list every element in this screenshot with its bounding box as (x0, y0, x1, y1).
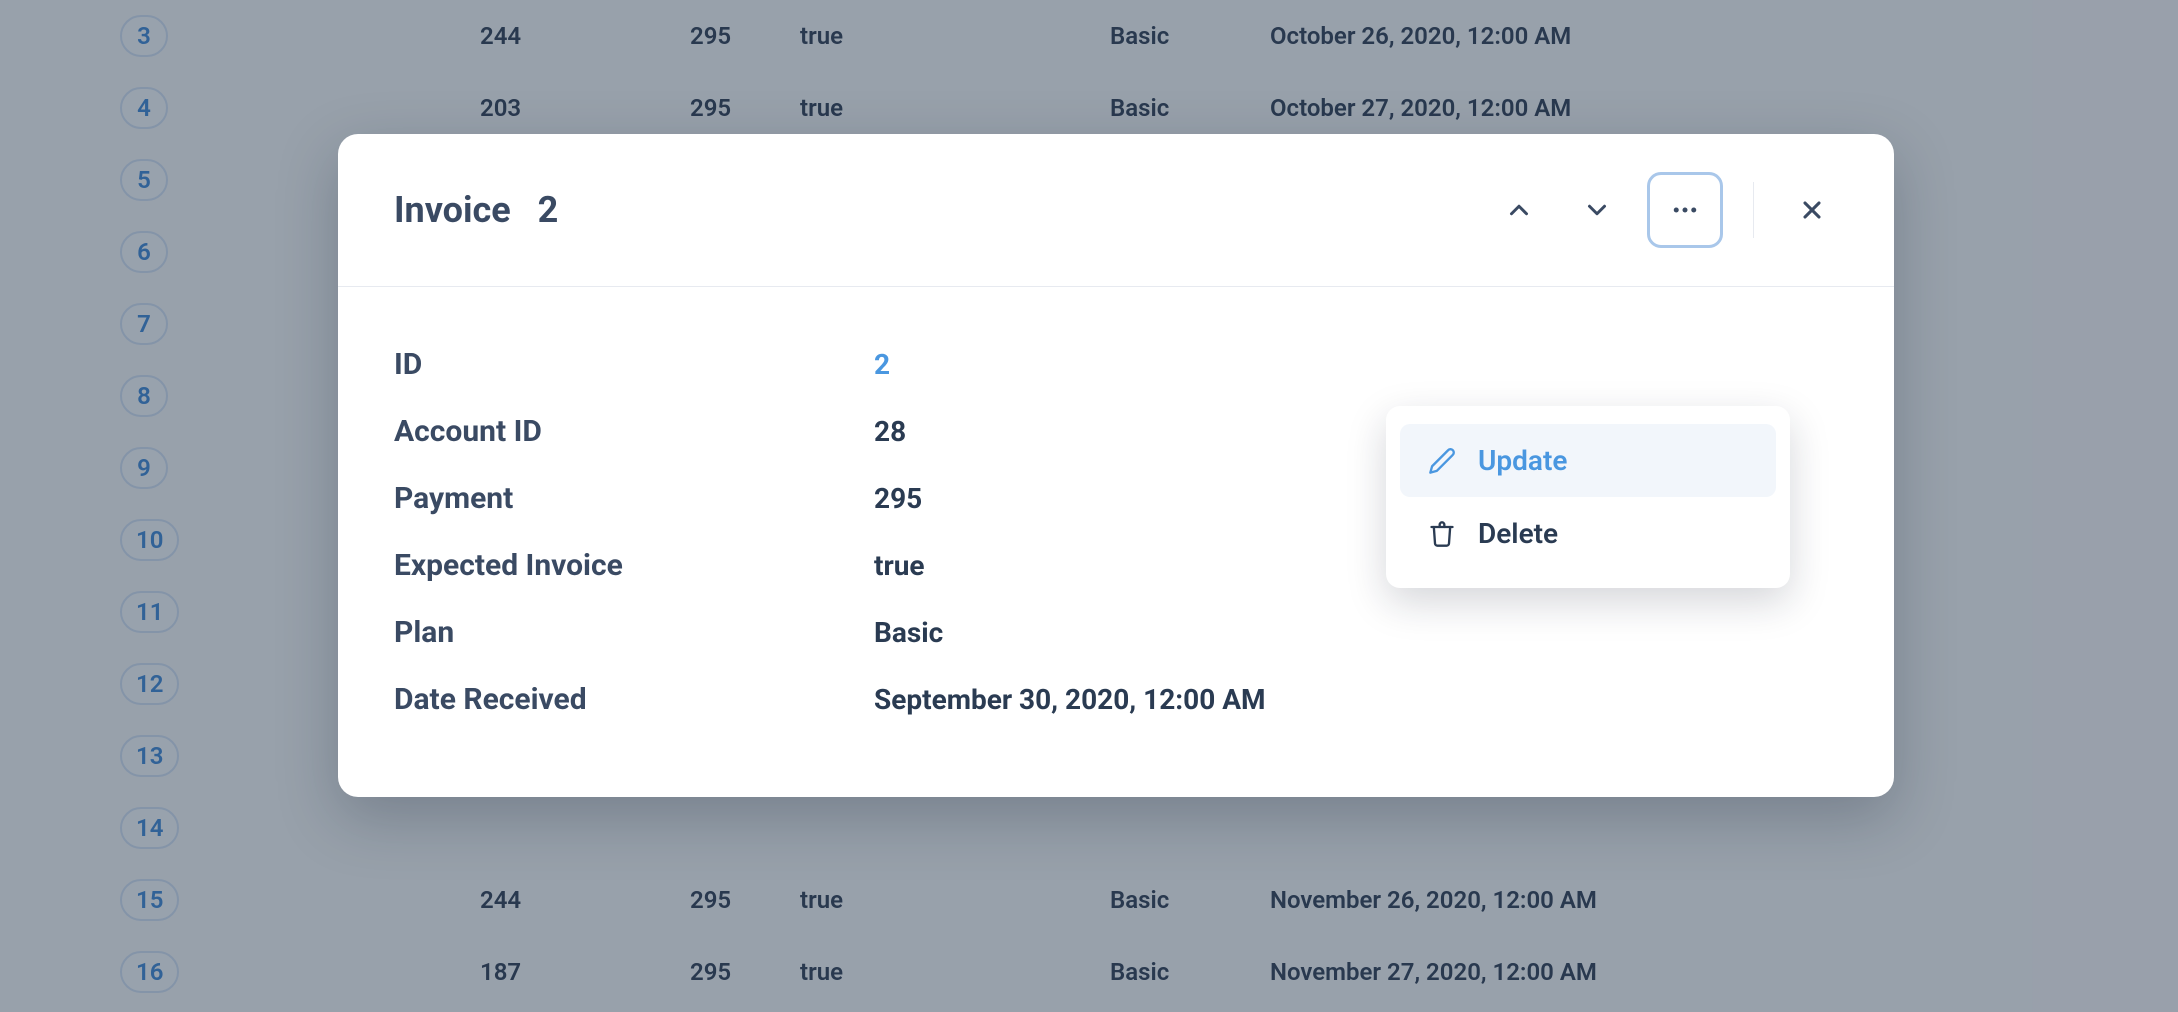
modal-header-actions (1491, 172, 1840, 248)
close-icon (1798, 196, 1826, 224)
dropdown-item-delete[interactable]: Delete (1400, 497, 1776, 570)
detail-row-plan: Plan Basic (394, 599, 1838, 666)
detail-value-date: September 30, 2020, 12:00 AM (874, 683, 1266, 716)
detail-label: Expected Invoice (394, 548, 874, 583)
trash-icon (1428, 520, 1456, 548)
detail-label: Account ID (394, 414, 874, 449)
detail-label: Date Received (394, 682, 874, 717)
pencil-icon (1428, 447, 1456, 475)
more-horizontal-icon (1670, 195, 1700, 225)
modal-header: Invoice 2 (338, 134, 1894, 287)
detail-value-plan: Basic (874, 616, 943, 649)
detail-label: Payment (394, 481, 874, 516)
vertical-divider (1753, 182, 1754, 238)
detail-value-expected: true (874, 549, 925, 582)
invoice-detail-modal: Invoice 2 (338, 134, 1894, 797)
detail-value-payment: 295 (874, 482, 922, 515)
modal-title-id: 2 (538, 189, 559, 231)
prev-record-button[interactable] (1491, 182, 1547, 238)
detail-row-date: Date Received September 30, 2020, 12:00 … (394, 666, 1838, 733)
modal-title: Invoice 2 (394, 189, 558, 231)
dropdown-item-update[interactable]: Update (1400, 424, 1776, 497)
detail-label: Plan (394, 615, 874, 650)
more-actions-button[interactable] (1647, 172, 1723, 248)
detail-value-account: 28 (874, 415, 906, 448)
dropdown-item-label: Update (1478, 444, 1567, 477)
actions-dropdown: Update Delete (1386, 406, 1790, 588)
close-button[interactable] (1784, 182, 1840, 238)
detail-value-id[interactable]: 2 (874, 348, 890, 381)
dropdown-item-label: Delete (1478, 517, 1558, 550)
detail-row-id: ID 2 (394, 331, 1838, 398)
chevron-up-icon (1504, 195, 1534, 225)
next-record-button[interactable] (1569, 182, 1625, 238)
modal-title-text: Invoice (394, 189, 511, 231)
detail-label: ID (394, 347, 874, 382)
chevron-down-icon (1582, 195, 1612, 225)
